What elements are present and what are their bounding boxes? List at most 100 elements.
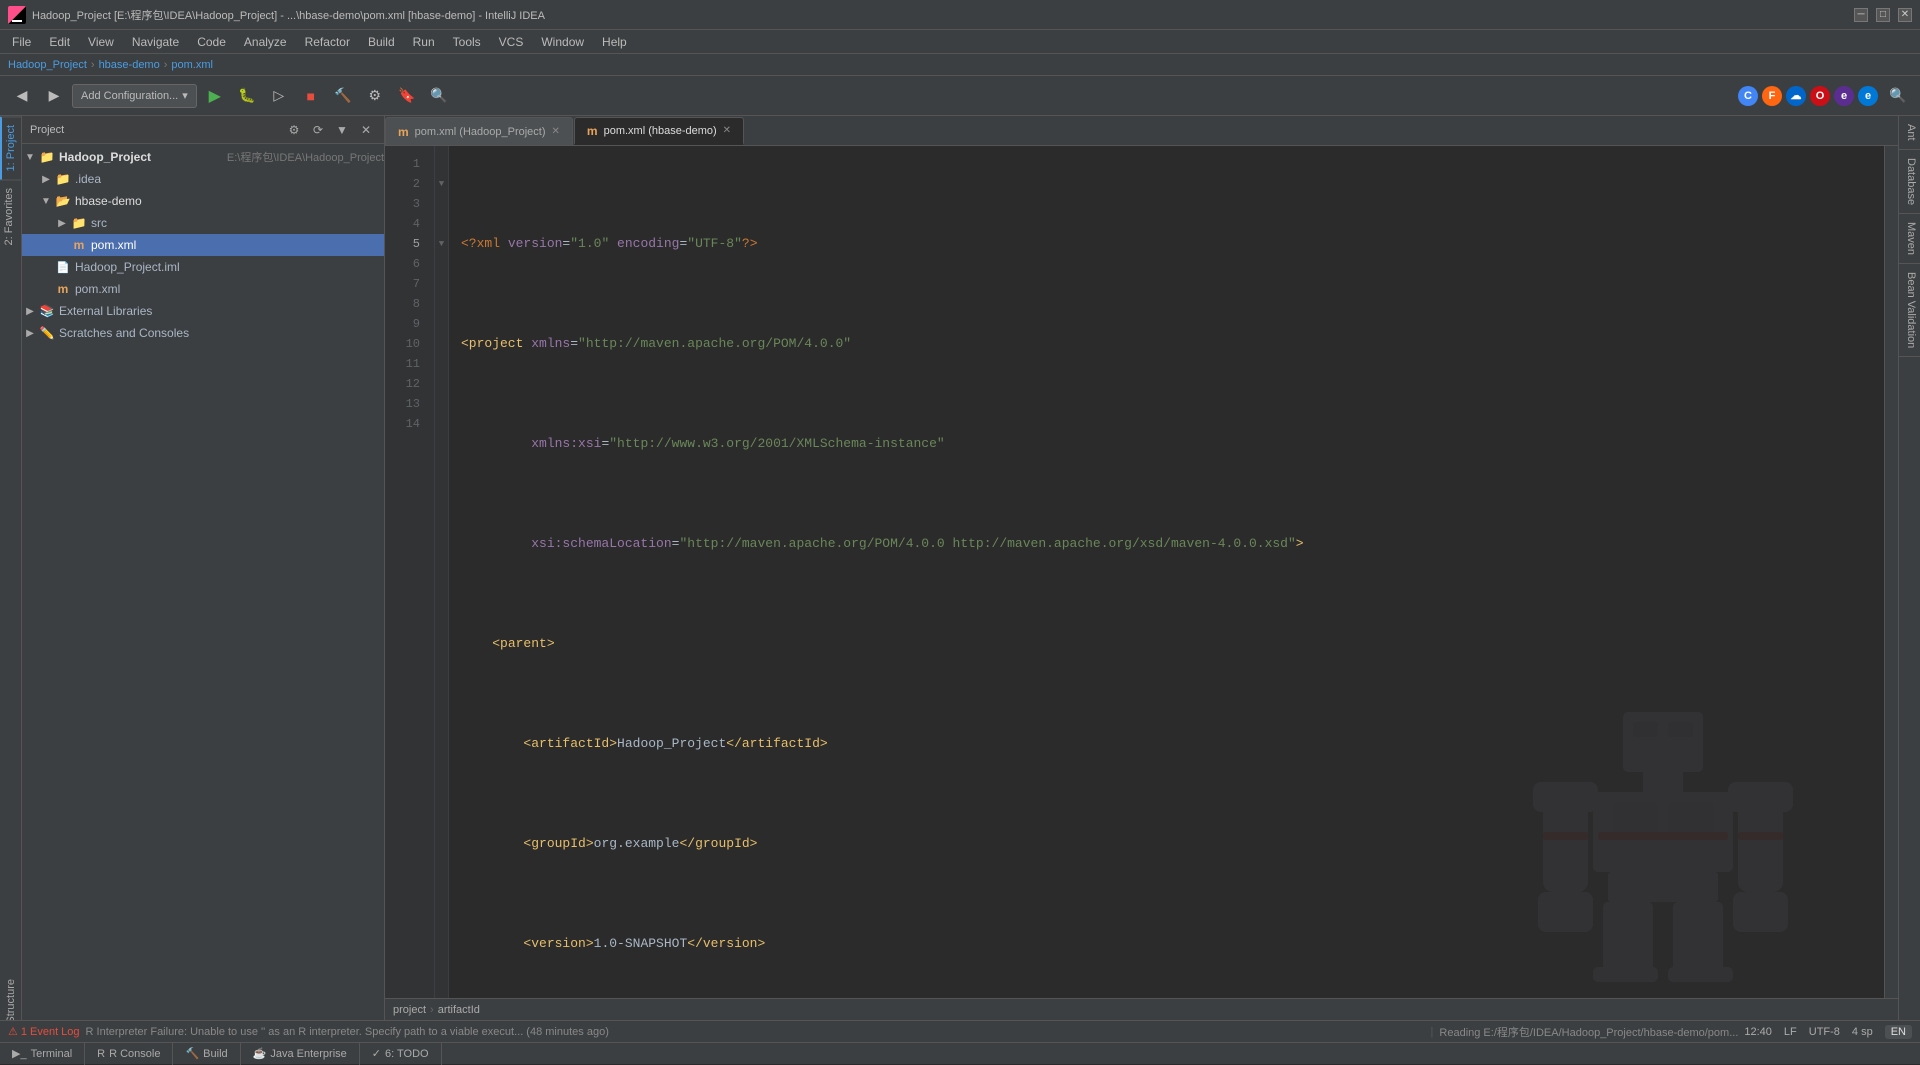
editor-bc-artifactid[interactable]: artifactId: [438, 1004, 480, 1016]
fold-9: [435, 314, 448, 334]
add-configuration-button[interactable]: Add Configuration... ▾: [72, 84, 197, 108]
tab1-close-button[interactable]: ✕: [552, 126, 560, 137]
edge-icon[interactable]: e: [1858, 86, 1878, 106]
tree-item-scratches[interactable]: ▶ ✏️ Scratches and Consoles: [22, 322, 384, 344]
status-indent[interactable]: 4 sp: [1852, 1026, 1873, 1038]
tree-label-pom-root: pom.xml: [75, 282, 384, 296]
right-panel-tab-bean[interactable]: Bean Validation: [1899, 264, 1920, 357]
left-panel-tab-project[interactable]: 1: Project: [0, 116, 21, 179]
sidebar-close-icon[interactable]: ✕: [356, 120, 376, 140]
run-with-coverage-button[interactable]: ▷: [265, 82, 293, 110]
fold-2[interactable]: ▼: [435, 174, 448, 194]
bottom-tab-terminal[interactable]: ▶_ Terminal: [0, 1043, 85, 1065]
tree-item-pom-root[interactable]: ▶ m pom.xml: [22, 278, 384, 300]
run-button[interactable]: ▶: [201, 82, 229, 110]
status-encoding[interactable]: UTF-8: [1809, 1026, 1840, 1038]
menu-help[interactable]: Help: [594, 33, 635, 51]
tree-item-external-libs[interactable]: ▶ 📚 External Libraries: [22, 300, 384, 322]
menu-view[interactable]: View: [80, 33, 122, 51]
debug-button[interactable]: 🐛: [233, 82, 261, 110]
fold-8: [435, 294, 448, 314]
menu-code[interactable]: Code: [189, 33, 234, 51]
right-panel-tab-database[interactable]: Database: [1899, 150, 1920, 214]
opera-icon[interactable]: O: [1810, 86, 1830, 106]
breadcrumb-file[interactable]: pom.xml: [171, 59, 213, 71]
tree-item-hbase-demo[interactable]: ▼ 📂 hbase-demo: [22, 190, 384, 212]
fold-10: [435, 334, 448, 354]
menu-window[interactable]: Window: [533, 33, 592, 51]
tree-label-hbase: hbase-demo: [75, 194, 384, 208]
breadcrumb-project[interactable]: Hadoop_Project: [8, 59, 87, 71]
menu-refactor[interactable]: Refactor: [297, 33, 358, 51]
sidebar-gear-icon[interactable]: ⚙: [284, 120, 304, 140]
maximize-button[interactable]: □: [1876, 8, 1890, 22]
bottom-tab-todo[interactable]: ✓ 6: TODO: [360, 1043, 442, 1065]
folder-src-icon: 📁: [70, 216, 88, 230]
menu-build[interactable]: Build: [360, 33, 403, 51]
tree-item-src[interactable]: ▶ 📁 src: [22, 212, 384, 234]
right-panel-tab-ant[interactable]: Ant: [1899, 116, 1920, 150]
bottom-tab-java-enterprise[interactable]: ☕ Java Enterprise: [241, 1043, 360, 1065]
status-lf[interactable]: LF: [1784, 1026, 1797, 1038]
line-num-8: 8: [385, 294, 426, 314]
maven-root-icon: m: [54, 282, 72, 296]
tree-item-pom-selected[interactable]: ▶ m pom.xml: [22, 234, 384, 256]
toolbar-settings-button[interactable]: ⚙: [361, 82, 389, 110]
search-everywhere-button[interactable]: 🔍: [1884, 82, 1912, 110]
toolbar-bookmark-button[interactable]: 🔖: [393, 82, 421, 110]
tree-item-idea[interactable]: ▶ 📁 .idea: [22, 168, 384, 190]
chrome-icon[interactable]: C: [1738, 86, 1758, 106]
tree-label-idea: .idea: [75, 172, 384, 186]
fold-14: [435, 414, 448, 434]
left-panel-tab-favorites[interactable]: 2: Favorites: [0, 179, 21, 253]
firefox-icon[interactable]: F: [1762, 86, 1782, 106]
menu-file[interactable]: File: [4, 33, 39, 51]
tree-item-hadoop-project[interactable]: ▼ 📁 Hadoop_Project E:\程序包\IDEA\Hadoop_Pr…: [22, 146, 384, 168]
bottom-tab-build[interactable]: 🔨 Build: [173, 1043, 240, 1065]
menu-tools[interactable]: Tools: [445, 33, 489, 51]
minimize-button[interactable]: ─: [1854, 8, 1868, 22]
tab2-close-button[interactable]: ✕: [723, 125, 731, 136]
code-line-2: <project xmlns="http://maven.apache.org/…: [457, 334, 1884, 354]
menu-run[interactable]: Run: [405, 33, 443, 51]
toolbar-right: C F ☁ O e e 🔍: [1738, 82, 1912, 110]
build-label: Build: [203, 1048, 227, 1060]
error-indicator[interactable]: ⚠ 1 Event Log: [8, 1025, 80, 1038]
git-branch-button[interactable]: EN: [1885, 1025, 1912, 1039]
breadcrumb-module[interactable]: hbase-demo: [99, 59, 160, 71]
tab-pom-hadoop[interactable]: m pom.xml (Hadoop_Project) ✕: [385, 117, 573, 145]
fold-5[interactable]: ▼: [435, 234, 448, 254]
line-num-5: 5: [385, 234, 426, 254]
sidebar-collapse-icon[interactable]: ▼: [332, 120, 352, 140]
toolbar-find-button[interactable]: 🔍: [425, 82, 453, 110]
close-button[interactable]: ✕: [1898, 8, 1912, 22]
code-line-6: <artifactId>Hadoop_Project</artifactId>: [457, 734, 1884, 754]
menu-vcs[interactable]: VCS: [491, 33, 532, 51]
safari-icon[interactable]: ☁: [1786, 86, 1806, 106]
toolbar-forward-button[interactable]: ▶: [40, 82, 68, 110]
fold-12: [435, 374, 448, 394]
bottom-tab-r-console[interactable]: R R Console: [85, 1043, 173, 1065]
sidebar-scroll-icon[interactable]: ⟳: [308, 120, 328, 140]
fold-7: [435, 274, 448, 294]
folder-hbase-icon: 📂: [54, 194, 72, 208]
toolbar-back-button[interactable]: ◀: [8, 82, 36, 110]
tree-item-hadoop-iml[interactable]: ▶ 📄 Hadoop_Project.iml: [22, 256, 384, 278]
tab-pom-hbase[interactable]: m pom.xml (hbase-demo) ✕: [574, 117, 744, 145]
menu-analyze[interactable]: Analyze: [236, 33, 295, 51]
stop-button[interactable]: ■: [297, 82, 325, 110]
ie-icon[interactable]: e: [1834, 86, 1854, 106]
code-content[interactable]: <?xml version="1.0" encoding="UTF-8"?> <…: [449, 146, 1884, 1042]
right-panel-tab-maven[interactable]: Maven: [1899, 214, 1920, 264]
code-editor[interactable]: 1 2 3 4 5 6 7 8 9 10 11 12 13 14 ▼: [385, 146, 1898, 1042]
tab-bar: m pom.xml (Hadoop_Project) ✕ m pom.xml (…: [385, 116, 1898, 146]
toolbar-build-button[interactable]: 🔨: [329, 82, 357, 110]
status-reading: Reading E:/程序包/IDEA/Hadoop_Project/hbase…: [1439, 1024, 1738, 1040]
menu-edit[interactable]: Edit: [41, 33, 78, 51]
sidebar-title: Project: [30, 124, 280, 136]
code-line-7: <groupId>org.example</groupId>: [457, 834, 1884, 854]
menu-navigate[interactable]: Navigate: [124, 33, 187, 51]
editor-bc-project[interactable]: project: [393, 1004, 426, 1016]
todo-icon: ✓: [372, 1047, 381, 1060]
java-enterprise-icon: ☕: [253, 1047, 267, 1060]
